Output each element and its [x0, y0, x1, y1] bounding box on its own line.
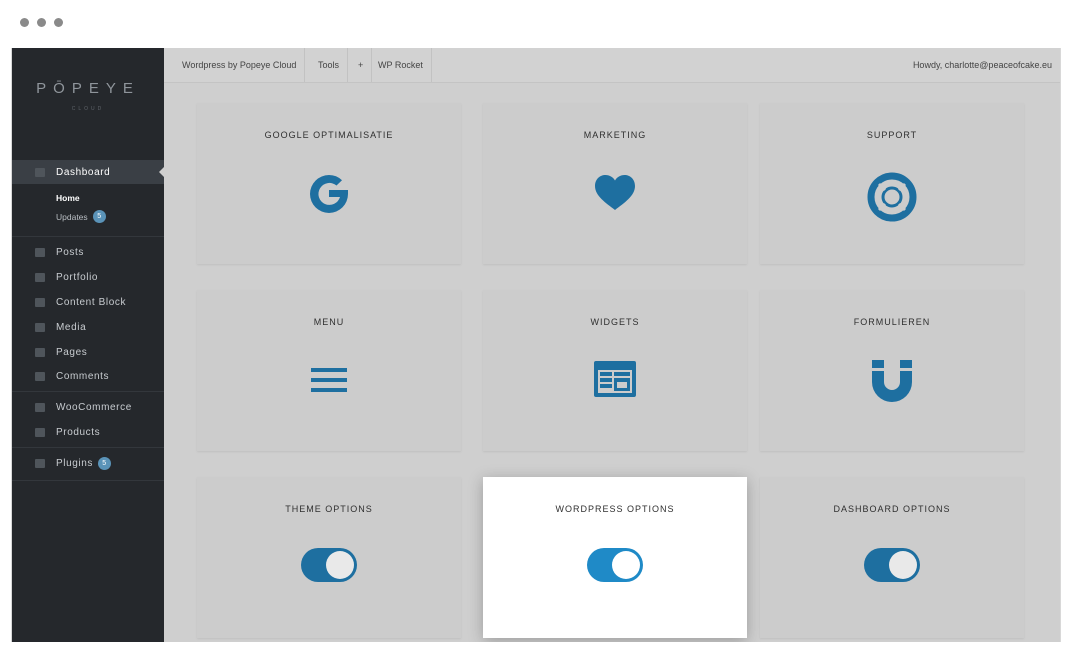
tile-title: SUPPORT — [866, 130, 918, 140]
sidebar-item-pages[interactable]: Pages — [12, 340, 164, 364]
portfolio-icon — [35, 272, 45, 282]
toggle-icon[interactable] — [587, 548, 643, 582]
plugin-count-badge: 5 — [98, 456, 111, 470]
sidebar-subitem-label: Updates — [56, 211, 88, 222]
tile-title: MARKETING — [583, 130, 647, 140]
sidebar-item-label: Comments — [56, 370, 110, 382]
sidebar-subitem-home[interactable]: Home — [56, 193, 80, 203]
sidebar-item-portfolio[interactable]: Portfolio — [12, 265, 164, 289]
sidebar-item-label: Content Block — [56, 296, 127, 308]
tile-title: FORMULIEREN — [853, 317, 931, 327]
logo-subtitle: CLOUD — [71, 106, 105, 112]
sidebar-divider — [12, 447, 164, 448]
tile-google-optimalisatie[interactable]: GOOGLE OPTIMALISATIE — [197, 103, 461, 264]
comments-icon — [35, 371, 45, 381]
sidebar-item-comments[interactable]: Comments — [12, 364, 164, 388]
sidebar-item-content-block[interactable]: Content Block — [12, 290, 164, 314]
google-icon — [310, 175, 348, 213]
admin-bar-site[interactable]: Wordpress by Popeye Cloud — [174, 48, 306, 82]
media-icon — [35, 322, 45, 332]
magnet-icon — [872, 360, 912, 402]
admin-bar-tools[interactable]: Tools — [310, 48, 349, 82]
sidebar-item-label: Pages — [56, 346, 88, 358]
lifebuoy-icon — [867, 172, 917, 222]
sidebar-item-label: Products — [56, 426, 101, 438]
sidebar-divider — [12, 391, 164, 392]
sidebar-item-plugins[interactable]: Plugins 5 — [12, 451, 164, 475]
sidebar-item-products[interactable]: Products — [12, 420, 164, 444]
tile-wordpress-options[interactable]: WORDPRESS OPTIONS — [483, 477, 747, 638]
logo: PŌPEYE — [36, 80, 140, 97]
tile-marketing[interactable]: MARKETING — [483, 103, 747, 264]
sidebar-item-label: WooCommerce — [56, 401, 132, 413]
pages-icon — [35, 347, 45, 357]
sidebar-subitem-label: Home — [56, 193, 80, 203]
plugins-icon — [35, 458, 45, 468]
tile-formulieren[interactable]: FORMULIEREN — [760, 290, 1024, 451]
window-dot-icon[interactable] — [37, 18, 46, 27]
tile-title: DASHBOARD OPTIONS — [833, 504, 951, 514]
admin-bar: Wordpress by Popeye Cloud Tools + WP Roc… — [164, 48, 1060, 83]
toggle-knob — [889, 551, 917, 579]
sidebar-subitem-updates[interactable]: Updates 5 — [56, 210, 106, 223]
toggle-icon[interactable] — [864, 548, 920, 582]
tile-theme-options[interactable]: THEME OPTIONS — [197, 477, 461, 638]
browser-window: PŌPEYE CLOUD Dashboard Home Updates 5 Po… — [0, 0, 1073, 655]
admin-bar-wp-rocket[interactable]: WP Rocket — [370, 48, 432, 82]
widgets-icon — [594, 361, 636, 397]
tile-support[interactable]: SUPPORT — [760, 103, 1024, 264]
update-count-badge: 5 — [92, 210, 106, 223]
tile-title: MENU — [313, 317, 345, 327]
sidebar-item-dashboard[interactable]: Dashboard — [12, 160, 165, 184]
sidebar: PŌPEYE CLOUD Dashboard Home Updates 5 Po… — [12, 48, 165, 642]
sidebar-item-label: Dashboard — [56, 166, 111, 178]
window-dot-icon[interactable] — [20, 18, 29, 27]
menu-icon — [311, 368, 347, 392]
window-dot-icon[interactable] — [54, 18, 63, 27]
sidebar-divider — [12, 236, 164, 237]
toggle-icon[interactable] — [301, 548, 357, 582]
heart-icon — [595, 175, 635, 210]
tile-title: WIDGETS — [590, 317, 640, 327]
sidebar-item-media[interactable]: Media — [12, 315, 164, 339]
sidebar-item-label: Plugins — [56, 457, 93, 469]
sidebar-item-woocommerce[interactable]: WooCommerce — [12, 395, 164, 419]
tile-dashboard-options[interactable]: DASHBOARD OPTIONS — [760, 477, 1024, 638]
sidebar-item-posts[interactable]: Posts — [12, 240, 164, 264]
tile-title: GOOGLE OPTIMALISATIE — [264, 130, 394, 140]
wp-admin: PŌPEYE CLOUD Dashboard Home Updates 5 Po… — [11, 48, 1061, 642]
content-block-icon — [35, 297, 45, 307]
sidebar-divider — [12, 480, 164, 481]
admin-bar-new[interactable]: + — [350, 48, 373, 82]
dashboard-icon — [35, 167, 45, 177]
sidebar-item-label: Media — [56, 321, 87, 333]
tile-menu[interactable]: MENU — [197, 290, 461, 451]
tile-title: THEME OPTIONS — [285, 504, 373, 514]
tile-widgets[interactable]: WIDGETS — [483, 290, 747, 451]
sidebar-item-label: Portfolio — [56, 271, 99, 283]
products-icon — [35, 427, 45, 437]
woocommerce-icon — [35, 402, 45, 412]
sidebar-item-label: Posts — [56, 246, 85, 258]
toggle-knob — [326, 551, 354, 579]
toggle-knob — [612, 551, 640, 579]
pin-icon — [35, 247, 45, 257]
tile-title: WORDPRESS OPTIONS — [555, 504, 675, 514]
admin-bar-user[interactable]: Howdy, charlotte@peaceofcake.eu — [913, 48, 1052, 82]
